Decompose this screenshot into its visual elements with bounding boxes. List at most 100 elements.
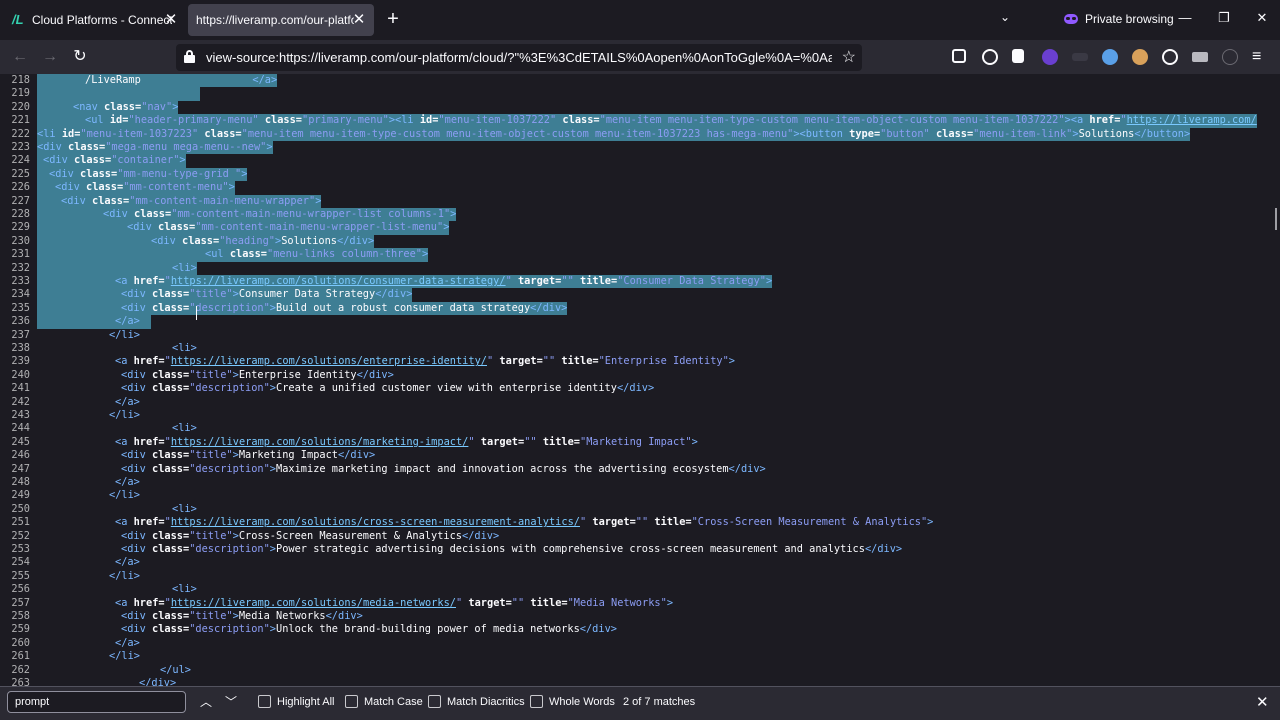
highlight-all-checkbox[interactable]: Highlight All (258, 695, 334, 708)
code-token: </div> (375, 288, 413, 301)
forward-arrow-icon[interactable]: → (38, 46, 62, 68)
maximize-icon[interactable]: ❐ (1214, 10, 1234, 26)
close-window-icon[interactable]: ✕ (1252, 10, 1272, 26)
match-diacritics-checkbox[interactable]: Match Diacritics (428, 695, 525, 708)
close-tab-icon[interactable]: ✕ (350, 11, 368, 29)
source-line: 245 <a href="https://liveramp.com/solutio… (0, 436, 1280, 449)
code-token: "title" (189, 368, 233, 381)
source-link[interactable]: https://liveramp.com/ (1127, 114, 1257, 126)
code-token: Solutions (1078, 127, 1135, 140)
code-token: </div> (338, 449, 376, 462)
code-token: class= (68, 141, 106, 153)
extension-gear-icon[interactable] (1162, 49, 1178, 65)
code-token: </div> (864, 543, 903, 555)
extension-grey-icon[interactable] (1192, 52, 1208, 62)
address-bar[interactable]: view-source:https://liveramp.com/our-pla… (176, 44, 862, 71)
code-token: "mm-content-main-menu-wrapper-list colum… (171, 208, 451, 220)
code-token: class= (86, 181, 124, 194)
line-number: 261 (11, 650, 30, 663)
source-code-text: <div class="mega-menu mega-menu--new"> (37, 141, 273, 155)
account-icon[interactable] (982, 49, 998, 65)
scrollbar-thumb[interactable] (1275, 208, 1277, 230)
code-token: <li> (172, 261, 197, 274)
line-number: 218 (11, 74, 30, 86)
source-line: 261 </li> (0, 650, 1280, 663)
close-find-bar-icon[interactable]: ✕ (1256, 693, 1269, 711)
whole-words-checkbox[interactable]: Whole Words (530, 695, 615, 708)
code-token: <div (103, 208, 134, 220)
find-next-chevron-down-icon[interactable]: ﹀ (222, 693, 240, 711)
view-source-content[interactable]: 218/LiveRamp </a> 219 220 <nav class="nav"… (0, 74, 1280, 686)
source-line: 254 </a> (0, 556, 1280, 569)
code-token: <a (115, 275, 134, 287)
extension-blue-icon[interactable] (1102, 49, 1118, 65)
code-token: class= (92, 194, 130, 207)
reload-icon[interactable]: ↻ (68, 46, 92, 68)
source-code-text: </li> (109, 329, 140, 342)
source-link[interactable]: https://liveramp.com/solutions/cross-scr… (171, 516, 580, 528)
code-token: </div> (356, 368, 394, 381)
code-token: "Media Networks" (567, 596, 667, 609)
private-browsing-indicator: Private browsing (1064, 12, 1174, 26)
line-number: 230 (11, 234, 30, 247)
match-case-checkbox[interactable]: Match Case (345, 695, 423, 708)
source-line: 223 <div class="mega-menu mega-menu--new"… (0, 141, 1280, 155)
code-token: </a> (252, 74, 278, 86)
minimize-icon[interactable]: — (1175, 10, 1195, 25)
source-code-text: <div class="mm-content-main-menu-wrapper… (103, 208, 457, 222)
line-number: 237 (11, 328, 30, 341)
source-link[interactable]: https://liveramp.com/solutions/consumer-… (171, 275, 506, 287)
lock-icon[interactable] (184, 50, 195, 63)
url-text[interactable]: view-source:https://liveramp.com/our-pla… (206, 50, 832, 65)
code-token: Consumer Data Strategy (238, 288, 376, 301)
back-arrow-icon[interactable]: ← (8, 46, 32, 68)
tab-cloud-platforms[interactable]: /L Cloud Platforms - Connect Data ✕ (4, 4, 186, 36)
source-line: 262 </ul> (0, 664, 1280, 677)
code-token: </li> (109, 569, 140, 582)
source-code-text: </a> (115, 476, 140, 489)
source-code-text: <li> (172, 261, 197, 275)
source-link[interactable]: https://liveramp.com/solutions/enterpris… (171, 355, 487, 367)
source-link[interactable]: https://liveramp.com/solutions/media-net… (171, 597, 456, 609)
code-token: </ul> (160, 663, 191, 676)
code-token: target= (517, 275, 562, 287)
extension-purple-icon[interactable] (1042, 49, 1058, 65)
source-code-text: </a> (115, 637, 140, 650)
source-code-text: </a> (115, 556, 140, 569)
find-input[interactable] (7, 691, 186, 713)
list-all-tabs-chevron-icon[interactable]: ⌄ (1000, 10, 1010, 24)
bookmark-star-icon[interactable]: ☆ (842, 47, 856, 67)
code-token: Media Networks (238, 610, 326, 622)
new-tab-plus-icon[interactable]: + (382, 8, 404, 32)
code-token: href= (133, 596, 165, 609)
code-token: ><button (793, 127, 850, 140)
extensions-puzzle-icon[interactable] (1012, 49, 1024, 63)
code-token: class= (229, 248, 268, 261)
tab-view-source[interactable]: https://liveramp.com/our-platform/c ✕ (188, 4, 374, 36)
code-token: "" (524, 435, 537, 448)
code-token: Unlock the brand-building power of media… (276, 623, 580, 636)
line-number: 220 (11, 100, 30, 113)
close-tab-icon[interactable]: ✕ (162, 11, 180, 29)
hamburger-menu-icon[interactable]: ≡ (1252, 48, 1261, 66)
find-previous-chevron-up-icon[interactable]: ︿ (197, 693, 215, 711)
tab-strip: /L Cloud Platforms - Connect Data ✕ http… (0, 0, 1280, 40)
source-code-text: </li> (109, 650, 140, 663)
source-code-text: <div class="description">Maximize market… (121, 463, 766, 476)
extension-s-icon[interactable] (1222, 49, 1238, 65)
code-token: href= (133, 275, 165, 287)
source-line: 222 <li id="menu-item-1037223" class="men… (0, 127, 1280, 141)
extension-dark-icon[interactable] (1072, 53, 1088, 61)
source-code-text: </li> (109, 570, 140, 583)
tab-title: Cloud Platforms - Connect Data (32, 13, 172, 27)
code-token: /LiveRamp (85, 74, 141, 86)
code-token: "mm-content-main-menu-wrapper-list-menu" (195, 221, 444, 234)
code-token: class= (182, 234, 220, 247)
line-number: 240 (11, 368, 30, 381)
source-code-text: <a href="https://liveramp.com/solutions/… (115, 275, 773, 289)
source-link[interactable]: https://liveramp.com/solutions/marketing… (171, 436, 469, 448)
extension-avatar-icon[interactable] (1132, 49, 1148, 65)
line-number: 236 (11, 315, 30, 328)
pocket-icon[interactable] (952, 49, 966, 63)
code-token: href= (133, 435, 165, 448)
